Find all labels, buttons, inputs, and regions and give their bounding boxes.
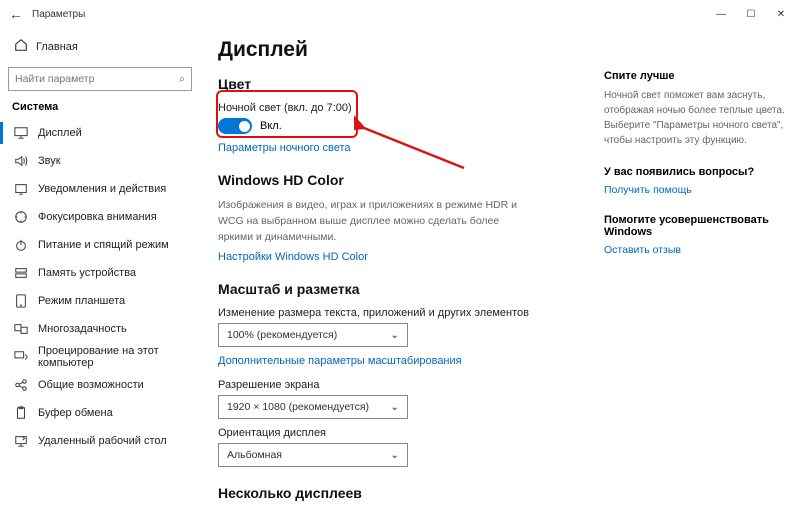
sidebar-item-label: Питание и спящий режим bbox=[38, 239, 169, 251]
sidebar-item-label: Дисплей bbox=[38, 127, 82, 139]
sleep-better-title: Спите лучше bbox=[604, 70, 786, 82]
scale-heading: Масштаб и разметка bbox=[218, 281, 596, 297]
chevron-down-icon: ⌄ bbox=[390, 449, 399, 461]
minimize-button[interactable]: — bbox=[706, 3, 736, 25]
sound-icon bbox=[14, 154, 28, 168]
text-size-dropdown[interactable]: 100% (рекомендуется) ⌄ bbox=[218, 323, 408, 347]
multi-display-heading: Несколько дисплеев bbox=[218, 485, 596, 501]
sleep-better-desc: Ночной свет поможет вам заснуть, отображ… bbox=[604, 88, 786, 148]
color-section: Цвет Ночной свет (вкл. до 7:00) Вкл. Пар… bbox=[218, 76, 596, 154]
group-title: Система bbox=[12, 101, 192, 113]
sidebar-item-label: Звук bbox=[38, 155, 61, 167]
hd-settings-link[interactable]: Настройки Windows HD Color bbox=[218, 251, 596, 263]
sidebar-item-shared[interactable]: Общие возможности bbox=[8, 371, 192, 399]
close-button[interactable]: ✕ bbox=[766, 3, 796, 25]
home-link[interactable]: Главная bbox=[8, 34, 192, 59]
sidebar-item-focus[interactable]: Фокусировка внимания bbox=[8, 203, 192, 231]
sidebar-item-notify[interactable]: Уведомления и действия bbox=[8, 175, 192, 203]
sidebar-item-label: Многозадачность bbox=[38, 323, 127, 335]
home-label: Главная bbox=[36, 41, 78, 53]
power-icon bbox=[14, 238, 28, 252]
sidebar-item-label: Проецирование на этот компьютер bbox=[38, 345, 186, 369]
orientation-dropdown[interactable]: Альбомная ⌄ bbox=[218, 443, 408, 467]
color-heading: Цвет bbox=[218, 76, 596, 92]
sidebar-item-label: Уведомления и действия bbox=[38, 183, 166, 195]
maximize-button[interactable]: ☐ bbox=[736, 3, 766, 25]
toggle-state: Вкл. bbox=[260, 120, 282, 132]
sidebar-item-label: Удаленный рабочий стол bbox=[38, 435, 167, 447]
main-content: Дисплей Цвет Ночной свет (вкл. до 7:00) … bbox=[200, 28, 600, 511]
sidebar-item-label: Фокусировка внимания bbox=[38, 211, 157, 223]
side-panel: Спите лучше Ночной свет поможет вам засн… bbox=[600, 28, 800, 511]
feedback-title: Помогите усовершенствовать Windows bbox=[604, 214, 786, 238]
titlebar: ← Параметры — ☐ ✕ bbox=[0, 0, 800, 28]
search-icon: ⌕ bbox=[179, 73, 185, 86]
questions-title: У вас появились вопросы? bbox=[604, 166, 786, 178]
scale-section: Масштаб и разметка Изменение размера тек… bbox=[218, 281, 596, 467]
hd-desc: Изображения в видео, играх и приложениях… bbox=[218, 198, 528, 245]
sidebar-item-storage[interactable]: Память устройства bbox=[8, 259, 192, 287]
orientation-value: Альбомная bbox=[227, 449, 282, 461]
sidebar-item-clip[interactable]: Буфер обмена bbox=[8, 399, 192, 427]
sidebar-item-project[interactable]: Проецирование на этот компьютер bbox=[8, 343, 192, 371]
multi-icon bbox=[14, 322, 28, 336]
advanced-scale-link[interactable]: Дополнительные параметры масштабирования bbox=[218, 355, 596, 367]
night-light-settings-link[interactable]: Параметры ночного света bbox=[218, 142, 596, 154]
sidebar-item-remote[interactable]: Удаленный рабочий стол bbox=[8, 427, 192, 455]
focus-icon bbox=[14, 210, 28, 224]
project-icon bbox=[14, 350, 28, 364]
sidebar-item-tablet[interactable]: Режим планшета bbox=[8, 287, 192, 315]
notify-icon bbox=[14, 182, 28, 196]
display-icon bbox=[14, 126, 28, 140]
page-title: Дисплей bbox=[218, 38, 596, 62]
night-light-toggle[interactable]: Вкл. bbox=[218, 118, 596, 134]
home-icon bbox=[14, 38, 28, 55]
sidebar-item-label: Режим планшета bbox=[38, 295, 125, 307]
sidebar: Главная ⌕ Система Дисплей Звук Уведомления… bbox=[0, 28, 200, 511]
sidebar-item-multi[interactable]: Многозадачность bbox=[8, 315, 192, 343]
night-light-label: Ночной свет (вкл. до 7:00) bbox=[218, 102, 596, 114]
storage-icon bbox=[14, 266, 28, 280]
text-size-value: 100% (рекомендуется) bbox=[227, 329, 337, 341]
resolution-label: Разрешение экрана bbox=[218, 379, 596, 391]
search-input[interactable] bbox=[15, 73, 179, 85]
window-title: Параметры bbox=[32, 9, 85, 20]
sidebar-item-display[interactable]: Дисплей bbox=[8, 119, 192, 147]
remote-icon bbox=[14, 434, 28, 448]
clip-icon bbox=[14, 406, 28, 420]
chevron-down-icon: ⌄ bbox=[390, 401, 399, 413]
chevron-down-icon: ⌄ bbox=[390, 329, 399, 341]
resolution-dropdown[interactable]: 1920 × 1080 (рекомендуется) ⌄ bbox=[218, 395, 408, 419]
text-size-label: Изменение размера текста, приложений и д… bbox=[218, 307, 596, 319]
feedback-link[interactable]: Оставить отзыв bbox=[604, 244, 786, 256]
tablet-icon bbox=[14, 294, 28, 308]
search-box[interactable]: ⌕ bbox=[8, 67, 192, 91]
sidebar-item-power[interactable]: Питание и спящий режим bbox=[8, 231, 192, 259]
sidebar-item-label: Память устройства bbox=[38, 267, 136, 279]
orientation-label: Ориентация дисплея bbox=[218, 427, 596, 439]
hd-heading: Windows HD Color bbox=[218, 172, 596, 188]
hd-color-section: Windows HD Color Изображения в видео, иг… bbox=[218, 172, 596, 263]
sidebar-item-sound[interactable]: Звук bbox=[8, 147, 192, 175]
sidebar-item-label: Общие возможности bbox=[38, 379, 144, 391]
shared-icon bbox=[14, 378, 28, 392]
get-help-link[interactable]: Получить помощь bbox=[604, 184, 786, 196]
sidebar-item-label: Буфер обмена bbox=[38, 407, 113, 419]
resolution-value: 1920 × 1080 (рекомендуется) bbox=[227, 401, 369, 413]
back-button[interactable]: ← bbox=[4, 2, 28, 26]
window-controls: — ☐ ✕ bbox=[706, 3, 796, 25]
toggle-switch[interactable] bbox=[218, 118, 252, 134]
